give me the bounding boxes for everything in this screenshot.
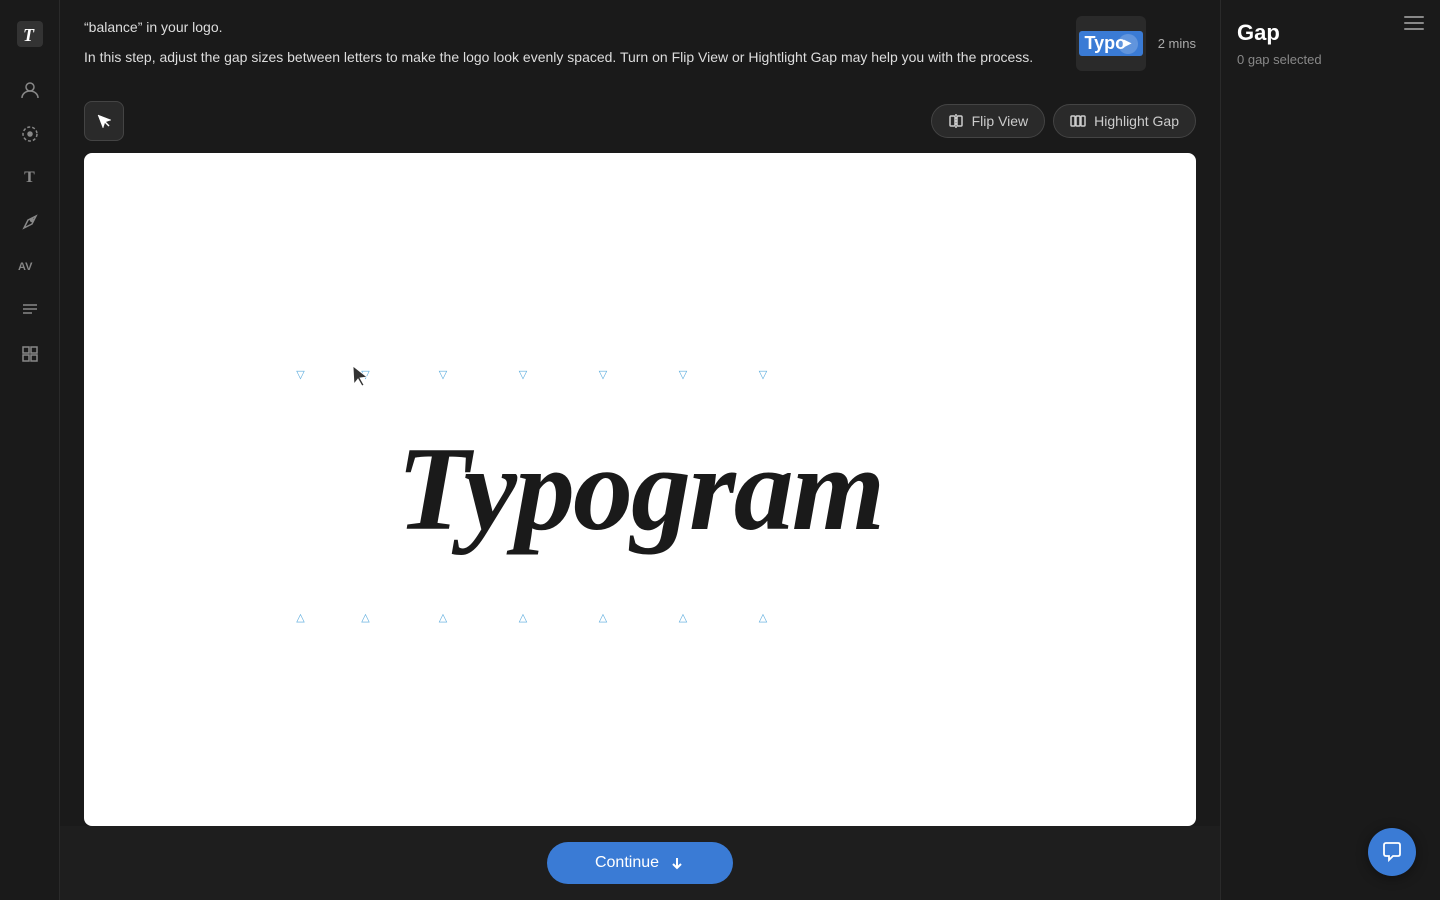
chat-button[interactable]: [1368, 828, 1416, 876]
cursor-tool-button[interactable]: [84, 101, 124, 141]
pen-tool-icon[interactable]: [12, 204, 48, 240]
flip-view-button[interactable]: Flip View: [931, 104, 1046, 138]
continue-button[interactable]: Continue: [547, 842, 733, 884]
highlight-gap-button[interactable]: Highlight Gap: [1053, 104, 1196, 138]
user-icon[interactable]: [12, 72, 48, 108]
canvas[interactable]: ▽ ▽ ▽ ▽ ▽ ▽ ▽ Typogram △ △ △ △: [84, 153, 1196, 826]
thumb-image: Typog ▶: [1076, 16, 1146, 71]
hamburger-line-1: [1404, 16, 1424, 18]
gap-marker-bottom-6: △: [643, 611, 723, 624]
gap-marker-bottom-4: △: [483, 611, 563, 624]
gap-marker-bottom-5: △: [563, 611, 643, 624]
cursor-indicator: [350, 364, 372, 390]
canvas-container: ▽ ▽ ▽ ▽ ▽ ▽ ▽ Typogram △ △ △ △: [60, 153, 1220, 826]
gap-markers-top: ▽ ▽ ▽ ▽ ▽ ▽ ▽: [273, 368, 803, 381]
app-logo[interactable]: T: [12, 16, 48, 52]
svg-text:T: T: [23, 25, 35, 45]
panel-subtitle: 0 gap selected: [1237, 52, 1424, 67]
video-thumbnail[interactable]: Typog ▶ 2 mins: [1076, 16, 1196, 71]
gap-marker-top-1: ▽: [273, 368, 328, 381]
gap-marker-bottom-3: △: [403, 611, 483, 624]
gap-marker-bottom-7: △: [723, 611, 803, 624]
toolbar: Flip View Highlight Gap: [60, 93, 1220, 153]
gap-markers-bottom: △ △ △ △ △ △ △: [273, 611, 803, 624]
top-info: “balance” in your logo. In this step, ad…: [60, 0, 1220, 93]
svg-text:AV: AV: [18, 261, 33, 273]
hamburger-menu[interactable]: [1404, 16, 1424, 30]
video-duration: 2 mins: [1158, 36, 1196, 51]
highlight-gap-label: Highlight Gap: [1094, 113, 1179, 129]
gap-marker-top-7: ▽: [723, 368, 803, 381]
main-area: “balance” in your logo. In this step, ad…: [60, 0, 1220, 900]
continue-label: Continue: [595, 854, 659, 872]
gap-marker-bottom-2: △: [328, 611, 403, 624]
gap-marker-bottom-1: △: [273, 611, 328, 624]
paragraph-icon[interactable]: [12, 292, 48, 328]
gap-marker-top-4: ▽: [483, 368, 563, 381]
text-tool-icon[interactable]: T: [12, 160, 48, 196]
gap-marker-top-3: ▽: [403, 368, 483, 381]
gap-marker-top-2: ▽: [328, 368, 403, 381]
instruction-text: “balance” in your logo. In this step, ad…: [84, 16, 1056, 77]
continue-bar: Continue: [60, 826, 1220, 900]
hamburger-line-3: [1404, 28, 1424, 30]
canvas-logo-text: Typogram: [397, 420, 883, 558]
instruction-line2: In this step, adjust the gap sizes betwe…: [84, 46, 1056, 68]
kerning-icon[interactable]: AV: [12, 248, 48, 284]
instruction-line1: “balance” in your logo.: [84, 16, 1056, 38]
hamburger-line-2: [1404, 22, 1424, 24]
lasso-icon[interactable]: [12, 116, 48, 152]
right-panel: Gap 0 gap selected: [1220, 0, 1440, 900]
gap-marker-top-6: ▽: [643, 368, 723, 381]
left-sidebar: T T AV: [0, 0, 60, 900]
grid-table-icon[interactable]: [12, 336, 48, 372]
panel-title: Gap: [1237, 20, 1424, 46]
gap-marker-top-5: ▽: [563, 368, 643, 381]
flip-view-label: Flip View: [972, 113, 1029, 129]
play-icon: ▶: [1118, 34, 1138, 54]
